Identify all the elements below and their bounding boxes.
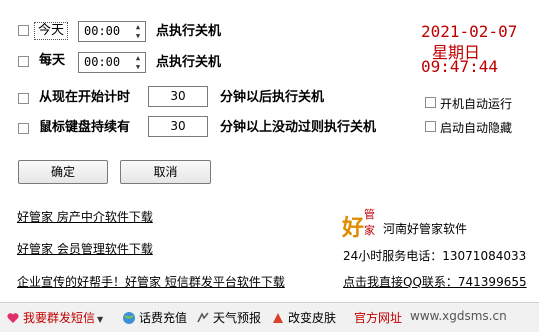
idle-minutes-input[interactable]: 30 (148, 116, 208, 137)
site-url-link[interactable]: www.xgdsms.cn (410, 309, 507, 323)
cancel-button[interactable]: 取消 (120, 160, 211, 184)
company-name: 河南好管家软件 (383, 222, 468, 236)
spin-up-icon[interactable]: ▲ (133, 54, 143, 62)
bottom-toolbar: 我要群发短信 ▼ 话费充值 天气预报 改变皮肤 官方网址 www.xgdsms.c… (0, 302, 539, 332)
link-sms-platform-software[interactable]: 企业宣传的好帮手！好管家 短信群发平台软件下载 (17, 273, 285, 290)
countdown-checkbox[interactable] (18, 93, 29, 104)
today-time-value: 00:00 (84, 24, 121, 38)
paint-icon (273, 313, 283, 323)
autorun-checkbox[interactable] (425, 97, 436, 108)
globe-icon (123, 312, 135, 324)
ok-button[interactable]: 确定 (18, 160, 108, 184)
sms-menu[interactable]: 我要群发短信 ▼ (6, 309, 103, 326)
countdown-label: 从现在开始计时 (39, 90, 131, 105)
everyday-time-value: 00:00 (84, 55, 121, 69)
company-logo: 好 管 家 (342, 206, 382, 242)
everyday-action-label: 点执行关机 (156, 55, 222, 70)
today-time-spinner[interactable]: 00:00 ▲ ▼ (78, 21, 146, 42)
site-label: 官方网址 (354, 311, 403, 325)
autohide-checkbox[interactable] (425, 121, 436, 132)
skin-button[interactable]: 改变皮肤 (271, 309, 336, 326)
spin-down-icon[interactable]: ▼ (133, 32, 143, 40)
idle-label: 鼠标键盘持续有 (39, 120, 131, 135)
spin-up-icon[interactable]: ▲ (133, 23, 143, 31)
today-label: 今天 (34, 22, 69, 40)
skin-label: 改变皮肤 (288, 311, 337, 325)
logo-char-2: 管 (364, 208, 375, 221)
countdown-minutes-input[interactable]: 30 (148, 86, 208, 107)
idle-suffix-label: 分钟以上没动过则执行关机 (220, 120, 377, 135)
everyday-label: 每天 (39, 53, 66, 68)
logo-char-3: 家 (364, 224, 375, 237)
autohide-label: 启动自动隐藏 (440, 121, 513, 135)
today-action-label: 点执行关机 (156, 24, 222, 39)
company-phone: 24小时服务电话：13071084033 (343, 249, 527, 263)
logo-char-1: 好 (342, 216, 365, 241)
qq-contact-link[interactable]: 点击我直接QQ联系：741399655 (343, 273, 527, 290)
link-member-software[interactable]: 好管家 会员管理软件下载 (17, 240, 153, 257)
recharge-button[interactable]: 话费充值 (122, 309, 187, 326)
today-checkbox[interactable] (18, 25, 29, 36)
sms-menu-label: 我要群发短信 (23, 311, 96, 325)
everyday-time-spinner[interactable]: 00:00 ▲ ▼ (78, 52, 146, 73)
recharge-label: 话费充值 (139, 311, 188, 325)
weather-icon (197, 312, 209, 323)
idle-checkbox[interactable] (18, 123, 29, 134)
everyday-checkbox[interactable] (18, 56, 29, 67)
dropdown-arrow-icon: ▼ (97, 315, 104, 324)
heart-icon (7, 313, 19, 323)
countdown-suffix-label: 分钟以后执行关机 (220, 90, 325, 105)
clock-time: 09:47:44 (421, 57, 499, 76)
autorun-label: 开机自动运行 (440, 97, 513, 111)
link-real-estate-software[interactable]: 好管家 房产中介软件下载 (17, 208, 153, 225)
spin-down-icon[interactable]: ▼ (133, 63, 143, 71)
weather-label: 天气预报 (213, 311, 262, 325)
weather-button[interactable]: 天气预报 (196, 309, 261, 326)
